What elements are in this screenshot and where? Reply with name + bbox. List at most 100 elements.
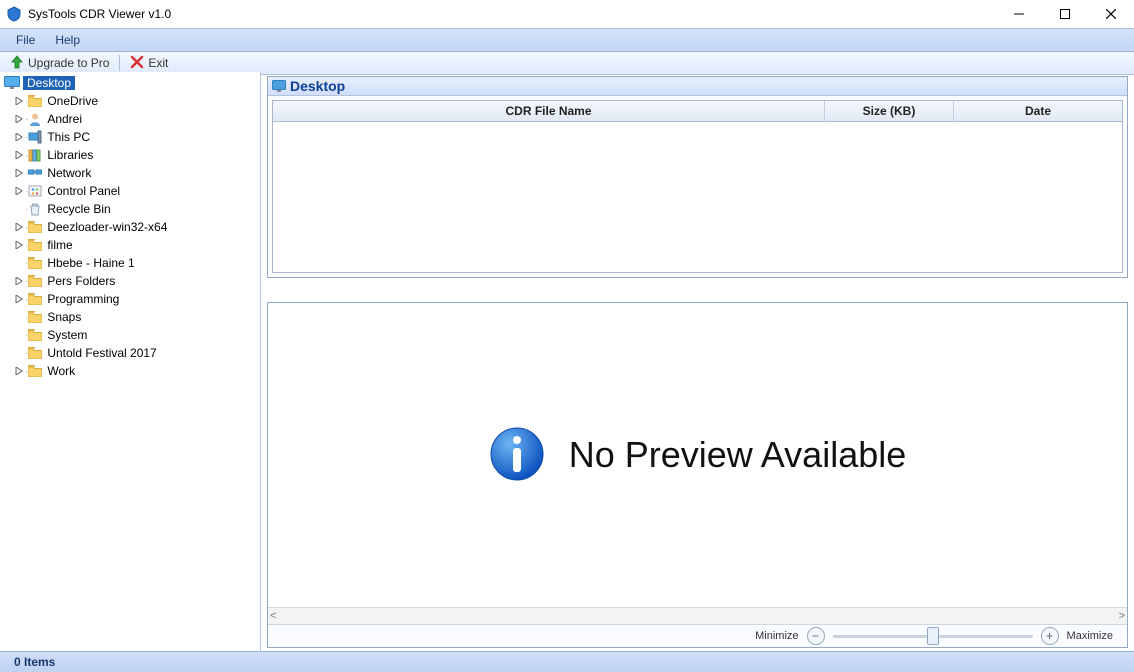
tree-expander[interactable] (12, 203, 25, 216)
tree-expander[interactable] (12, 95, 25, 108)
folder-icon (28, 239, 42, 251)
folder-tree[interactable]: Desktop ·· OneDrive ·· Andrei ·· This PC ··Libr… (0, 72, 261, 652)
tree-item[interactable]: ··Untold Festival 2017 (4, 344, 258, 362)
upgrade-icon (10, 55, 24, 72)
control-panel-icon (28, 184, 42, 198)
folder-icon (28, 329, 42, 341)
window-title: SysTools CDR Viewer v1.0 (28, 7, 996, 21)
file-table-header[interactable]: CDR File Name Size (KB) Date (273, 101, 1122, 122)
tree-connector: ·· (25, 133, 26, 142)
scroll-left-icon[interactable]: < (270, 610, 276, 622)
tree-item[interactable]: ·· OneDrive (4, 92, 258, 110)
tree-expander[interactable] (12, 149, 25, 162)
tree-item[interactable]: ·· Programming (4, 290, 258, 308)
tree-item-label: Programming (45, 292, 121, 306)
column-size[interactable]: Size (KB) (825, 101, 954, 121)
minimize-button[interactable] (996, 0, 1042, 28)
preview-panel: No Preview Available < > Minimize − + Ma… (267, 302, 1128, 648)
folder-icon (28, 257, 42, 269)
tree-connector: ·· (25, 151, 26, 160)
tree-expander[interactable] (12, 293, 25, 306)
tree-connector: ·· (25, 205, 26, 214)
maximize-button[interactable] (1042, 0, 1088, 28)
tree-connector: ·· (25, 97, 26, 106)
tree-item[interactable]: ··System (4, 326, 258, 344)
no-preview-label: No Preview Available (569, 434, 907, 476)
zoom-slider[interactable] (833, 628, 1033, 644)
window-controls (996, 0, 1134, 28)
upgrade-label: Upgrade to Pro (28, 56, 109, 70)
folder-icon (28, 221, 42, 233)
info-icon (489, 426, 545, 485)
desktop-icon (272, 80, 286, 92)
tree-item[interactable]: ··Deezloader-win32-x64 (4, 218, 258, 236)
tree-connector: ·· (25, 331, 26, 340)
tree-item[interactable]: ·· Recycle Bin (4, 200, 258, 218)
tree-connector: ·· (25, 367, 26, 376)
folder-icon (28, 311, 42, 323)
zoom-in-button[interactable]: + (1041, 627, 1059, 645)
tree-item[interactable]: ··Snaps (4, 308, 258, 326)
tree-item[interactable]: ··Control Panel (4, 182, 258, 200)
tree-connector: ·· (25, 295, 26, 304)
title-bar: SysTools CDR Viewer v1.0 (0, 0, 1134, 29)
tree-expander[interactable] (12, 347, 25, 360)
tree-item-label: OneDrive (45, 94, 100, 108)
exit-label: Exit (148, 56, 168, 70)
tree-item-label: Recycle Bin (45, 202, 112, 216)
tree-expander[interactable] (12, 275, 25, 288)
tree-item[interactable]: ·· This PC (4, 128, 258, 146)
zoom-out-button[interactable]: − (807, 627, 825, 645)
tree-item-label: Control Panel (45, 184, 122, 198)
tree-connector: ·· (25, 223, 26, 232)
desktop-icon (4, 76, 20, 90)
tree-item-label: filme (45, 238, 74, 252)
tree-item[interactable]: ·· Andrei (4, 110, 258, 128)
tree-expander[interactable] (12, 311, 25, 324)
tree-item-label: Pers Folders (45, 274, 117, 288)
tree-item[interactable]: ··Hbebe - Haine 1 (4, 254, 258, 272)
file-table-body[interactable] (273, 122, 1122, 272)
tree-connector: ·· (25, 313, 26, 322)
tree-item[interactable]: ··Pers Folders (4, 272, 258, 290)
file-list-panel: Desktop CDR File Name Size (KB) Date (267, 76, 1128, 278)
user-icon (28, 112, 42, 126)
tree-expander[interactable] (12, 131, 25, 144)
column-filename[interactable]: CDR File Name (273, 101, 825, 121)
tree-connector: ·· (25, 169, 26, 178)
folder-icon (28, 365, 42, 377)
zoom-slider-thumb[interactable] (927, 627, 939, 645)
folder-icon (28, 347, 42, 359)
tree-expander[interactable] (12, 365, 25, 378)
tree-expander[interactable] (12, 239, 25, 252)
menu-file[interactable]: File (6, 31, 45, 49)
menu-help[interactable]: Help (45, 31, 90, 49)
tree-item-label: Andrei (45, 112, 84, 126)
close-button[interactable] (1088, 0, 1134, 28)
tree-expander[interactable] (12, 185, 25, 198)
file-table[interactable]: CDR File Name Size (KB) Date (272, 100, 1123, 273)
tree-item-label: This PC (45, 130, 92, 144)
tree-expander[interactable] (12, 329, 25, 342)
tree-expander[interactable] (12, 113, 25, 126)
tree-item[interactable]: Desktop (4, 74, 258, 92)
tree-item-label: Network (45, 166, 93, 180)
zoom-controls: Minimize − + Maximize (268, 624, 1127, 647)
tree-item[interactable]: ·· filme (4, 236, 258, 254)
tree-expander[interactable] (12, 167, 25, 180)
tree-expander[interactable] (12, 221, 25, 234)
tree-connector: ·· (25, 241, 26, 250)
upgrade-to-pro-button[interactable]: Upgrade to Pro (4, 53, 115, 73)
tree-connector: ·· (25, 115, 26, 124)
tree-expander[interactable] (12, 257, 25, 270)
tree-item[interactable]: ·· Network (4, 164, 258, 182)
folder-icon (28, 293, 42, 305)
status-bar: 0 Items (0, 651, 1134, 672)
tree-item[interactable]: ·· Work (4, 362, 258, 380)
exit-button[interactable]: Exit (124, 53, 174, 73)
preview-h-scrollbar[interactable]: < > (268, 607, 1127, 624)
tree-item-label: Work (45, 364, 77, 378)
scroll-right-icon[interactable]: > (1119, 610, 1125, 622)
tree-item[interactable]: ··Libraries (4, 146, 258, 164)
column-date[interactable]: Date (954, 101, 1122, 121)
